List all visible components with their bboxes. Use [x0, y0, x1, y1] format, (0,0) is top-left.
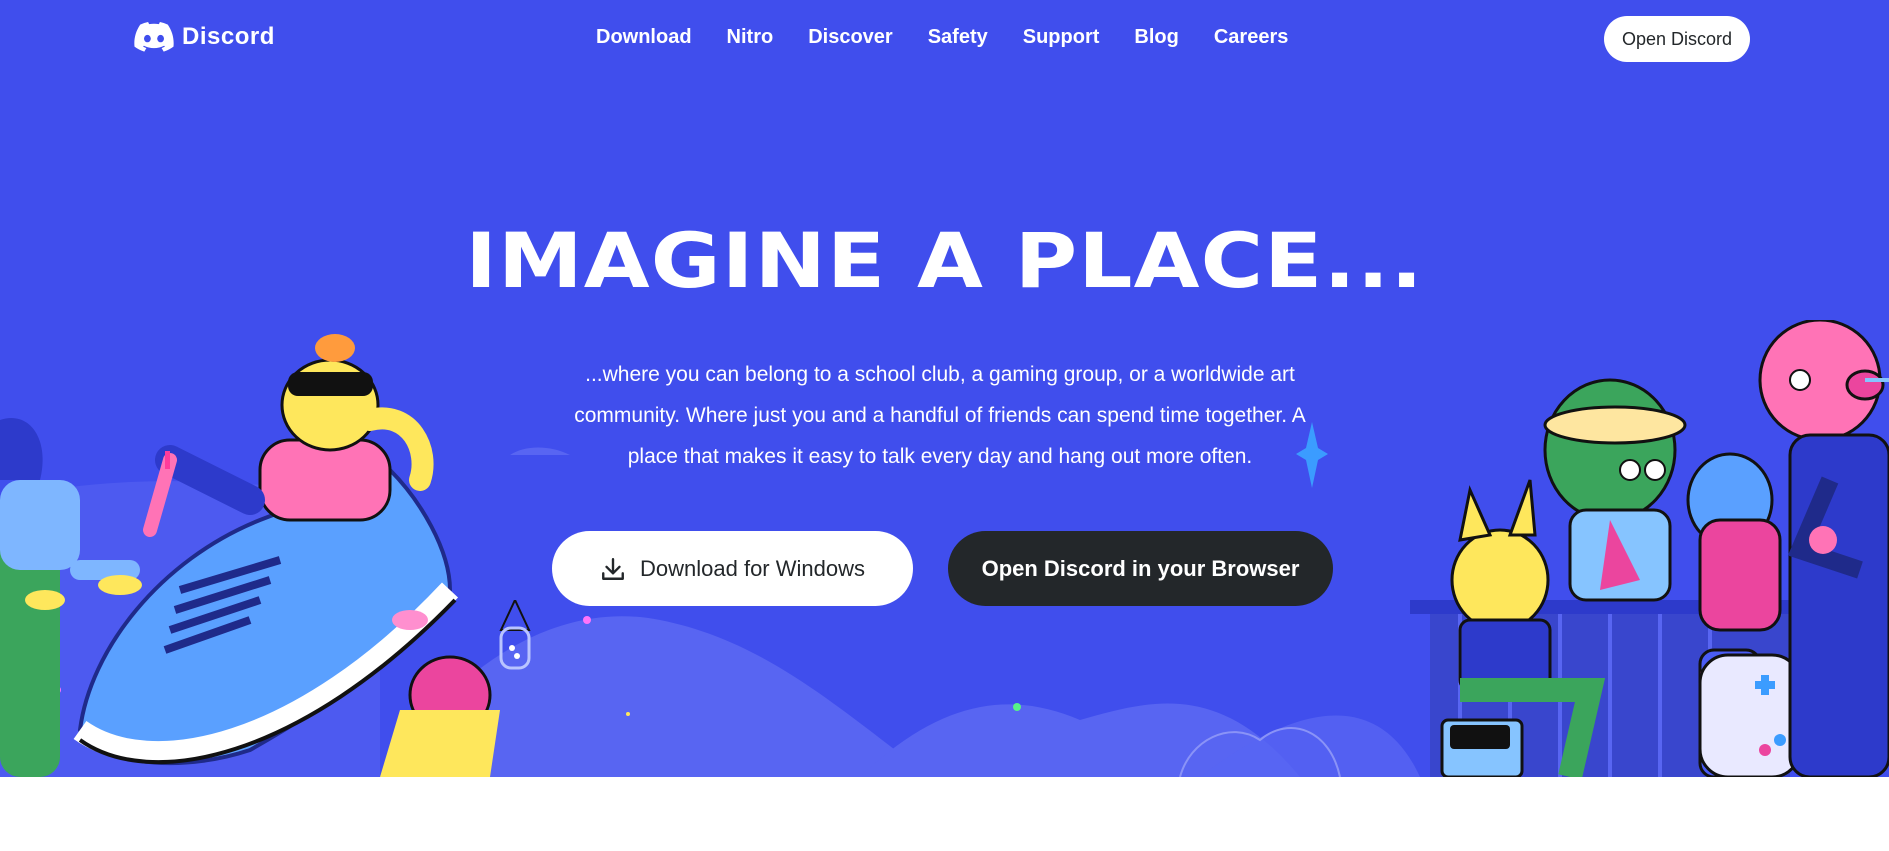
nav-link-careers[interactable]: Careers: [1214, 26, 1289, 49]
download-windows-label: Download for Windows: [640, 555, 865, 581]
brand-logo[interactable]: Discord: [134, 22, 275, 52]
discord-logo-icon: [134, 22, 174, 52]
hanging-jar: [499, 600, 531, 670]
hero-illustration-left: [0, 334, 500, 777]
hero-illustration-right: [1410, 320, 1889, 777]
download-windows-button[interactable]: Download for Windows: [552, 531, 913, 606]
brand-name: Discord: [182, 23, 275, 50]
nav-link-discover[interactable]: Discover: [808, 26, 893, 49]
download-icon: [602, 557, 624, 580]
nav-link-nitro[interactable]: Nitro: [727, 26, 774, 49]
nav-link-support[interactable]: Support: [1023, 26, 1100, 49]
nav-links: Download Nitro Discover Safety Support B…: [596, 26, 1288, 49]
open-in-browser-label: Open Discord in your Browser: [981, 555, 1300, 581]
hero-subtext: ...where you can belong to a school club…: [574, 363, 1306, 468]
nav-link-blog[interactable]: Blog: [1134, 26, 1178, 49]
nav-link-download[interactable]: Download: [596, 26, 692, 49]
open-discord-button[interactable]: Open Discord: [1604, 16, 1750, 62]
open-in-browser-button[interactable]: Open Discord in your Browser: [948, 531, 1333, 606]
top-nav: Discord Download Nitro Discover Safety S…: [0, 0, 1889, 80]
hero-headline: IMAGINE A PLACE...: [465, 216, 1424, 305]
nav-link-safety[interactable]: Safety: [928, 26, 988, 49]
